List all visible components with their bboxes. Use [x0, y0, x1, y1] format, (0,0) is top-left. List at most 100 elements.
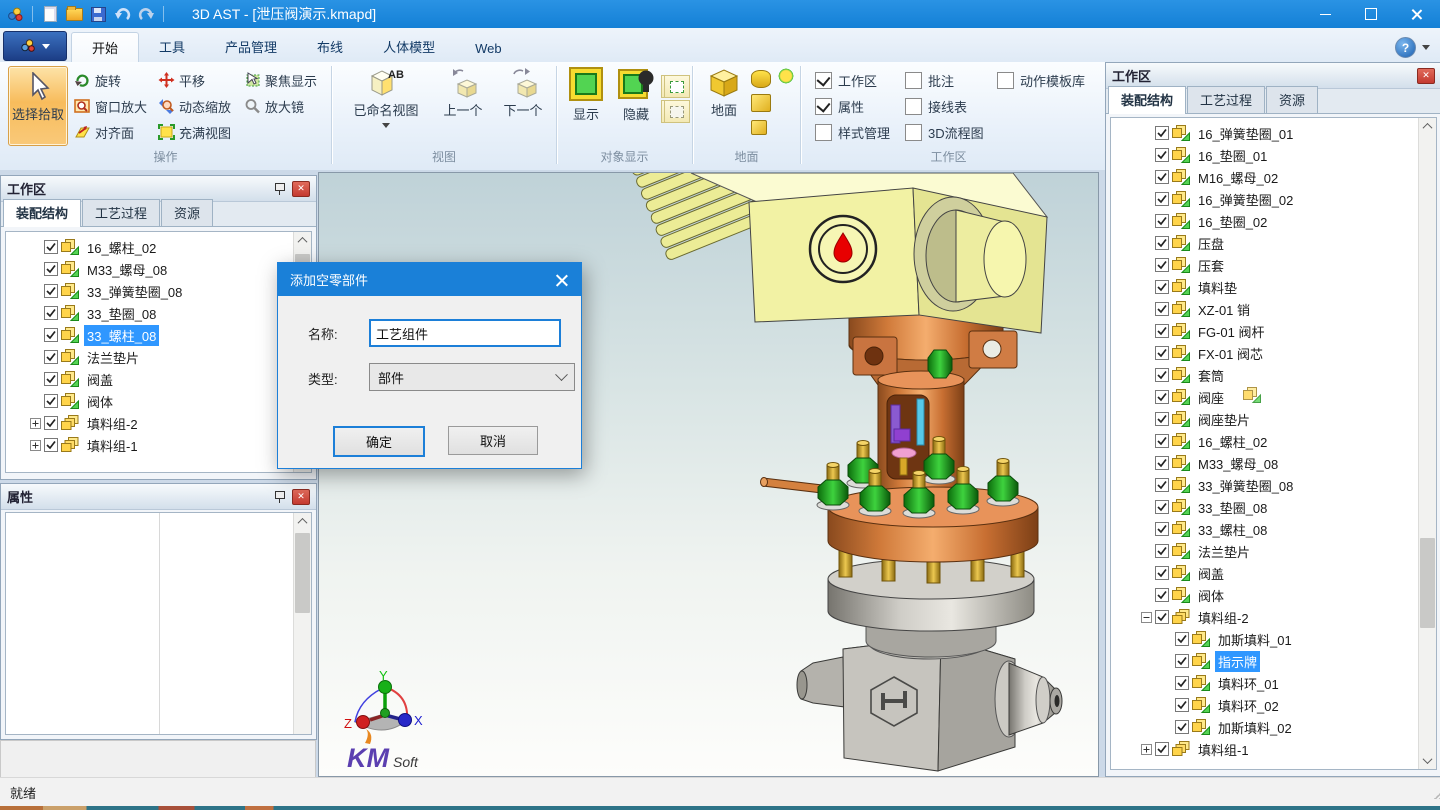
checkbox-checked-icon[interactable] [1155, 500, 1169, 514]
tab-process[interactable]: 工艺过程 [82, 199, 160, 226]
tree-part-row[interactable]: 阀体 [28, 390, 294, 412]
tree-item-label[interactable]: M33_螺母_08 [1195, 453, 1281, 474]
tree-group-row[interactable]: 填料组-2 [1139, 606, 1419, 628]
checkbox-checked-icon[interactable] [1155, 610, 1169, 624]
tree-item-label[interactable]: 16_垫圈_02 [1195, 211, 1270, 232]
tree-part-row[interactable]: 33_螺柱_08 [28, 324, 294, 346]
tree-item-label[interactable]: 法兰垫片 [84, 347, 142, 368]
toggle-wiring-table[interactable]: 接线表 [905, 96, 967, 116]
scroll-up-icon[interactable] [294, 513, 311, 530]
tree-part-row[interactable]: 16_螺柱_02 [1139, 430, 1419, 452]
tree-group-row[interactable]: 填料组-1 [28, 434, 294, 456]
tree-item-label[interactable]: 33_垫圈_08 [1195, 497, 1270, 518]
checkbox-checked-icon[interactable] [1175, 698, 1189, 712]
tree-part-row[interactable]: M16_螺母_02 [1139, 166, 1419, 188]
checkbox-icon[interactable] [905, 98, 922, 115]
tree-item-label[interactable]: 16_垫圈_01 [1195, 145, 1270, 166]
expand-icon[interactable] [28, 440, 42, 451]
checkbox-checked-icon[interactable] [1155, 346, 1169, 360]
checkbox-checked-icon[interactable] [1155, 412, 1169, 426]
help-icon[interactable]: ? [1395, 37, 1416, 58]
checkbox-checked-icon[interactable] [1175, 654, 1189, 668]
tree-item-label[interactable]: 33_弹簧垫圈_08 [84, 281, 185, 302]
redo-icon[interactable] [137, 5, 155, 23]
checkbox-checked-icon[interactable] [1155, 522, 1169, 536]
tree-item-label[interactable]: 16_弹簧垫圈_01 [1195, 123, 1296, 144]
tree-part-row[interactable]: 16_垫圈_02 [1139, 210, 1419, 232]
scroll-down-icon[interactable] [1419, 752, 1436, 769]
tree-part-row[interactable]: 33_垫圈_08 [28, 302, 294, 324]
tree-part-row[interactable]: FX-01 阀芯 [1139, 342, 1419, 364]
checkbox-checked-icon[interactable] [44, 372, 58, 386]
checkbox-icon[interactable] [815, 124, 832, 141]
checkbox-checked-icon[interactable] [1155, 324, 1169, 338]
tree-part-row[interactable]: FG-01 阀杆 [1139, 320, 1419, 342]
checkbox-checked-icon[interactable] [1155, 390, 1169, 404]
tab-assembly-structure[interactable]: 装配结构 [3, 199, 81, 227]
tree-item-label[interactable]: 填料环_01 [1215, 673, 1282, 694]
rotate-button[interactable]: 旋转 [74, 68, 121, 92]
app-logo-icon[interactable] [6, 5, 24, 23]
tree-item-label[interactable]: 加斯填料_02 [1215, 717, 1295, 738]
tree-item-label[interactable]: FX-01 阀芯 [1195, 343, 1266, 364]
tab-res[interactable]: 资源 [1266, 86, 1318, 113]
tree-part-row[interactable]: M33_螺母_08 [28, 258, 294, 280]
tree-item-label[interactable]: 16_螺柱_02 [1195, 431, 1270, 452]
checkbox-checked-icon[interactable] [1155, 434, 1169, 448]
tree-item-label[interactable]: M16_螺母_02 [1195, 167, 1281, 188]
tree-item-label[interactable]: 33_弹簧垫圈_08 [1195, 475, 1296, 496]
resize-grip[interactable] [1434, 787, 1440, 799]
tab-process[interactable]: 工艺过程 [1187, 86, 1265, 113]
tab-tools[interactable]: 工具 [139, 32, 205, 62]
checkbox-checked-icon[interactable] [44, 438, 58, 452]
tree-part-row[interactable]: 16_垫圈_01 [1139, 144, 1419, 166]
ground-button[interactable]: 地面 [701, 66, 747, 119]
open-file-icon[interactable] [65, 5, 83, 23]
tree-part-row[interactable]: 填料环_01 [1139, 672, 1419, 694]
dialog-close-icon[interactable] [555, 273, 569, 287]
tree-part-row[interactable]: 填料垫 [1139, 276, 1419, 298]
scrollbar[interactable] [1418, 118, 1436, 769]
minimize-button[interactable] [1302, 0, 1348, 28]
tree-item-label[interactable]: 阀体 [1195, 585, 1227, 606]
tab-home[interactable]: 开始 [71, 32, 139, 63]
close-button[interactable] [1394, 0, 1440, 28]
checkbox-checked-icon[interactable] [1175, 676, 1189, 690]
tree-item-label[interactable]: 指示牌 [1215, 651, 1260, 672]
tree-part-row[interactable]: 法兰垫片 [1139, 540, 1419, 562]
checkbox-checked-icon[interactable] [44, 394, 58, 408]
tree-part-row[interactable]: 16_弹簧垫圈_01 [1139, 122, 1419, 144]
checkbox-icon[interactable] [905, 124, 922, 141]
ok-button[interactable]: 确定 [333, 426, 425, 457]
tree-item-label[interactable]: 阀座 [1195, 387, 1227, 408]
ground-style-2-icon[interactable] [751, 94, 771, 112]
tree-part-row[interactable]: 指示牌 [1139, 650, 1419, 672]
tree-part-row[interactable]: 33_弹簧垫圈_08 [1139, 474, 1419, 496]
checkbox-checked-icon[interactable] [1155, 368, 1169, 382]
pin-icon[interactable] [273, 182, 286, 195]
tree-item-label[interactable]: 填料组-2 [84, 413, 141, 434]
tree-item-label[interactable]: 阀盖 [1195, 563, 1227, 584]
scroll-thumb[interactable] [1420, 538, 1435, 628]
application-menu-button[interactable] [3, 31, 67, 61]
ground-style-1-icon[interactable] [751, 70, 771, 88]
tree-item-label[interactable]: 法兰垫片 [1195, 541, 1253, 562]
checkbox-checked-icon[interactable] [44, 284, 58, 298]
checkbox-checked-icon[interactable] [1155, 126, 1169, 140]
tree-item-label[interactable]: 填料环_02 [1215, 695, 1282, 716]
name-input[interactable] [369, 319, 561, 347]
checkbox-checked-icon[interactable] [44, 328, 58, 342]
magnifier-button[interactable]: 放大镜 [244, 94, 304, 118]
checkbox-checked-icon[interactable] [1175, 632, 1189, 646]
checkbox-checked-icon[interactable] [44, 350, 58, 364]
scroll-thumb[interactable] [295, 533, 310, 613]
focus-display-button[interactable]: 聚焦显示 [244, 68, 317, 92]
pan-button[interactable]: 平移 [158, 68, 205, 92]
checkbox-checked-icon[interactable] [44, 262, 58, 276]
tree-item-label[interactable]: 套筒 [1195, 365, 1227, 386]
checkbox-icon[interactable] [905, 72, 922, 89]
checkbox-checked-icon[interactable] [1155, 214, 1169, 228]
tree-item-label[interactable]: XZ-01 销 [1195, 299, 1253, 320]
checkbox-checked-icon[interactable] [1155, 478, 1169, 492]
tree-part-row[interactable]: M33_螺母_08 [1139, 452, 1419, 474]
